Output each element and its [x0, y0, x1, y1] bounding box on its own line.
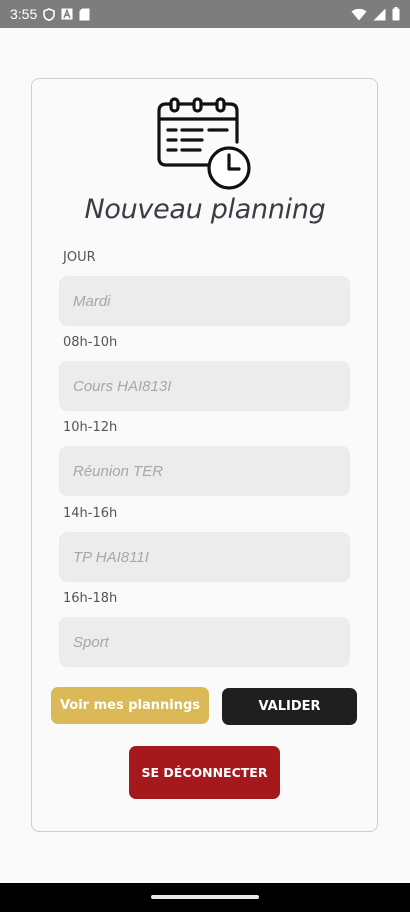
status-bar: 3:55 — [0, 0, 410, 28]
submit-button[interactable]: VALIDER — [222, 688, 357, 725]
view-plannings-button[interactable]: Voir mes plannings — [51, 687, 209, 724]
field-label-slot-1: 08h-10h — [63, 335, 118, 350]
field-label-slot-3: 14h-16h — [63, 506, 118, 521]
home-gesture-handle[interactable] — [151, 895, 259, 899]
slot-3-input[interactable] — [59, 532, 350, 582]
sd-card-icon — [79, 8, 90, 21]
field-label-slot-2: 10h-12h — [63, 420, 118, 435]
battery-icon — [392, 7, 400, 21]
slot-1-input[interactable] — [59, 361, 350, 411]
day-input[interactable] — [59, 276, 350, 326]
field-label-slot-4: 16h-18h — [63, 591, 118, 606]
shield-icon — [43, 7, 56, 21]
status-left: 3:55 — [10, 6, 90, 22]
status-time: 3:55 — [10, 6, 38, 22]
status-right — [351, 7, 400, 21]
logout-button[interactable]: SE DÉCONNECTER — [129, 746, 280, 799]
slot-2-input[interactable] — [59, 446, 350, 496]
wifi-icon — [351, 8, 367, 21]
page-title: Nouveau planning — [84, 194, 326, 225]
field-label-day: JOUR — [63, 250, 96, 265]
font-a-icon — [61, 8, 73, 20]
signal-icon — [373, 8, 386, 21]
calendar-clock-icon — [156, 97, 252, 191]
slot-4-input[interactable] — [59, 617, 350, 667]
